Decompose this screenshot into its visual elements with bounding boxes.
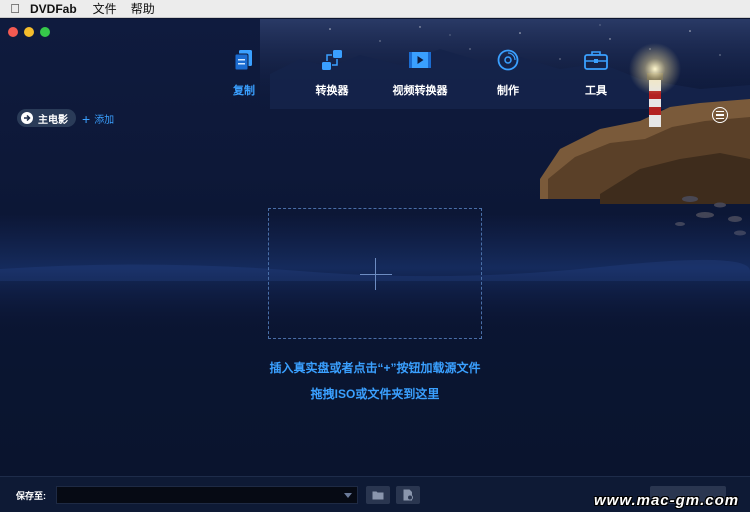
tab-copy-label: 复制: [233, 85, 255, 97]
main-movie-label: 主电影: [38, 114, 68, 126]
watermark-text: www.mac-gm.com: [594, 492, 740, 509]
tab-video-converter[interactable]: 视频转换器: [376, 47, 464, 103]
settings-menu-button[interactable]: [712, 107, 728, 123]
tab-video-converter-label: 视频转换器: [392, 85, 448, 97]
drop-hint-line-2: 拖拽ISO或文件夹到这里: [310, 387, 440, 401]
app-window: 复制 转换器 视频转换器 制作 工具 主电影 + 添加 插入真实盘或者点击“+”…: [0, 19, 750, 512]
tab-converter[interactable]: 转换器: [288, 47, 376, 103]
bottom-bar: 保存至: www.mac-gm.com: [0, 476, 750, 512]
save-iso-button[interactable]: [396, 486, 420, 504]
video-converter-icon: [407, 47, 433, 73]
creator-disc-icon: [495, 47, 521, 73]
chevron-down-icon: [344, 492, 352, 498]
tab-creator[interactable]: 制作: [464, 47, 552, 103]
toolbox-icon: [583, 47, 609, 73]
window-controls: [8, 27, 50, 37]
minimize-window-button[interactable]: [24, 27, 34, 37]
iso-file-icon: [403, 489, 413, 501]
app-name-menu[interactable]: DVDFab: [30, 2, 77, 16]
tab-converter-label: 转换器: [315, 85, 349, 97]
add-label: 添加: [94, 115, 115, 126]
browse-folder-button[interactable]: [366, 486, 390, 504]
add-button[interactable]: + 添加: [82, 110, 115, 127]
source-drop-zone[interactable]: [268, 208, 482, 339]
save-to-label: 保存至:: [16, 491, 46, 501]
converter-icon: [319, 47, 345, 73]
hamburger-menu-icon: [716, 110, 724, 113]
tab-copy[interactable]: 复制: [200, 47, 288, 103]
main-movie-button[interactable]: 主电影: [17, 109, 76, 127]
main-tabs: 复制 转换器 视频转换器 制作 工具: [200, 47, 640, 103]
save-path-dropdown[interactable]: [56, 486, 358, 504]
drop-hint-line-1: 插入真实盘或者点击“+”按钮加载源文件: [269, 361, 481, 375]
tab-creator-label: 制作: [497, 85, 519, 97]
zoom-window-button[interactable]: [40, 27, 50, 37]
tab-toolkit-label: 工具: [585, 85, 607, 97]
menu-file[interactable]: 文件: [93, 0, 117, 17]
arrow-right-circle-icon: [21, 112, 33, 124]
plus-icon: +: [82, 110, 91, 127]
copy-icon: [231, 47, 257, 73]
apple-logo-icon[interactable]: : [0, 1, 30, 16]
tab-toolkit[interactable]: 工具: [552, 47, 640, 103]
menu-help[interactable]: 帮助: [131, 0, 155, 17]
folder-icon: [372, 491, 384, 500]
close-window-button[interactable]: [8, 27, 18, 37]
system-menubar:  DVDFab 文件 帮助: [0, 0, 750, 18]
